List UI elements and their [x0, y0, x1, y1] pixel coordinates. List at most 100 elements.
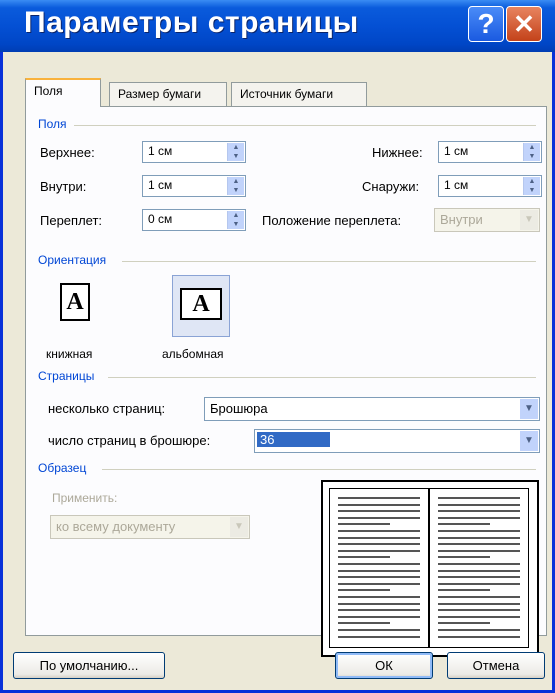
- preview-text-line: [438, 622, 490, 625]
- preview-text-line: [438, 569, 520, 572]
- sample-group-label: Образец: [38, 461, 87, 475]
- pages-per-booklet-select[interactable]: 36 ▼: [254, 429, 540, 453]
- apply-to-value: ко всему документу: [56, 519, 176, 534]
- preview-text-line: [338, 609, 420, 612]
- preview-right-page: [429, 488, 529, 648]
- preview-text-line: [438, 582, 520, 585]
- spin-arrows-icon[interactable]: ▲ ▼: [523, 177, 540, 195]
- preview-text-line: [338, 569, 420, 572]
- chevron-down-icon: ▼: [520, 210, 538, 230]
- spin-arrows-icon[interactable]: ▲ ▼: [227, 211, 244, 229]
- preview-text-line: [438, 635, 520, 638]
- inside-margin-label: Внутри:: [40, 179, 87, 194]
- portrait-page-icon: A: [60, 283, 90, 321]
- chevron-down-icon[interactable]: ▼: [520, 399, 538, 419]
- preview-text-line: [438, 563, 520, 565]
- chevron-down-icon[interactable]: ▼: [520, 431, 538, 451]
- group-divider: [108, 377, 536, 378]
- multiple-pages-label: несколько страниц:: [48, 401, 166, 416]
- inside-margin-value: 1 см: [148, 178, 173, 192]
- page-preview: [321, 480, 539, 657]
- page-setup-dialog: Параметры страницы ? ✕ Поля Размер бумаг…: [0, 0, 555, 693]
- preview-text-line: [438, 523, 490, 526]
- outside-margin-label: Снаружи:: [362, 179, 420, 194]
- preview-text-line: [338, 602, 420, 605]
- preview-text-line: [338, 622, 390, 625]
- tab-paper-size[interactable]: Размер бумаги: [109, 82, 227, 106]
- pages-group-label: Страницы: [38, 369, 95, 383]
- preview-text-line: [438, 543, 520, 546]
- preview-text-line: [438, 556, 490, 559]
- spin-arrows-icon[interactable]: ▲ ▼: [227, 177, 244, 195]
- landscape-button[interactable]: A: [172, 275, 230, 337]
- landscape-label[interactable]: альбомная: [162, 347, 224, 361]
- preview-text-line: [338, 536, 420, 539]
- group-divider: [74, 125, 536, 126]
- help-button[interactable]: ?: [468, 6, 504, 42]
- multiple-pages-select[interactable]: Брошюра ▼: [204, 397, 540, 421]
- close-icon: ✕: [513, 9, 535, 39]
- cancel-button[interactable]: Отмена: [447, 652, 545, 679]
- pages-per-booklet-label: число страниц в брошюре:: [48, 433, 211, 448]
- preview-text-line: [438, 596, 520, 598]
- bottom-margin-spinner[interactable]: 1 см ▲ ▼: [438, 141, 542, 163]
- dialog-title: Параметры страницы: [24, 6, 359, 39]
- bottom-margin-label: Нижнее:: [372, 145, 423, 160]
- preview-text-line: [338, 576, 420, 579]
- preview-text-line: [338, 530, 420, 532]
- chevron-down-icon: ▼: [230, 517, 248, 537]
- ok-button[interactable]: ОК: [335, 652, 433, 679]
- landscape-page-icon: A: [180, 288, 222, 320]
- spin-arrows-icon[interactable]: ▲ ▼: [523, 143, 540, 161]
- preview-text-line: [338, 549, 420, 552]
- set-as-default-button[interactable]: По умолчанию...: [13, 652, 165, 679]
- apply-to-select[interactable]: ко всему документу ▼: [50, 515, 250, 539]
- preview-left-page: [329, 488, 429, 648]
- pages-per-booklet-value: 36: [257, 432, 331, 447]
- top-margin-label: Верхнее:: [40, 145, 95, 160]
- preview-text-line: [338, 629, 420, 631]
- gutter-spinner[interactable]: 0 см ▲ ▼: [142, 209, 246, 231]
- bottom-margin-value: 1 см: [444, 144, 469, 158]
- portrait-label[interactable]: книжная: [46, 347, 92, 361]
- preview-text-line: [438, 510, 520, 513]
- preview-text-line: [438, 602, 520, 605]
- close-button[interactable]: ✕: [506, 6, 542, 42]
- preview-text-line: [438, 516, 520, 519]
- preview-text-line: [438, 503, 520, 506]
- preview-text-line: [338, 503, 420, 506]
- margins-group-label: Поля: [38, 117, 67, 131]
- group-divider: [122, 261, 536, 262]
- orientation-group-label: Ориентация: [38, 253, 107, 267]
- apply-to-label: Применить:: [52, 491, 118, 505]
- gutter-label: Переплет:: [40, 213, 103, 228]
- title-bar[interactable]: Параметры страницы ? ✕: [0, 0, 555, 52]
- preview-text-line: [338, 635, 420, 638]
- tab-paper-source[interactable]: Источник бумаги: [231, 82, 367, 106]
- preview-text-line: [438, 615, 520, 618]
- outside-margin-value: 1 см: [444, 178, 469, 192]
- help-icon: ?: [477, 8, 495, 39]
- portrait-button[interactable]: A: [48, 277, 104, 339]
- gutter-position-select[interactable]: Внутри ▼: [434, 208, 540, 232]
- preview-text-line: [338, 510, 420, 513]
- gutter-position-label: Положение переплета:: [262, 213, 402, 228]
- gutter-position-value: Внутри: [440, 212, 483, 227]
- multiple-pages-value: Брошюра: [210, 401, 268, 416]
- preview-text-line: [338, 615, 420, 618]
- inside-margin-spinner[interactable]: 1 см ▲ ▼: [142, 175, 246, 197]
- tab-margins[interactable]: Поля: [25, 78, 101, 107]
- preview-text-line: [338, 556, 390, 559]
- preview-text-line: [338, 589, 390, 592]
- outside-margin-spinner[interactable]: 1 см ▲ ▼: [438, 175, 542, 197]
- top-margin-spinner[interactable]: 1 см ▲ ▼: [142, 141, 246, 163]
- top-margin-value: 1 см: [148, 144, 173, 158]
- preview-text-line: [338, 516, 420, 519]
- preview-text-line: [438, 609, 520, 612]
- gutter-value: 0 см: [148, 212, 173, 226]
- preview-text-line: [438, 536, 520, 539]
- preview-text-line: [338, 543, 420, 546]
- preview-text-line: [438, 629, 520, 631]
- preview-text-line: [338, 582, 420, 585]
- spin-arrows-icon[interactable]: ▲ ▼: [227, 143, 244, 161]
